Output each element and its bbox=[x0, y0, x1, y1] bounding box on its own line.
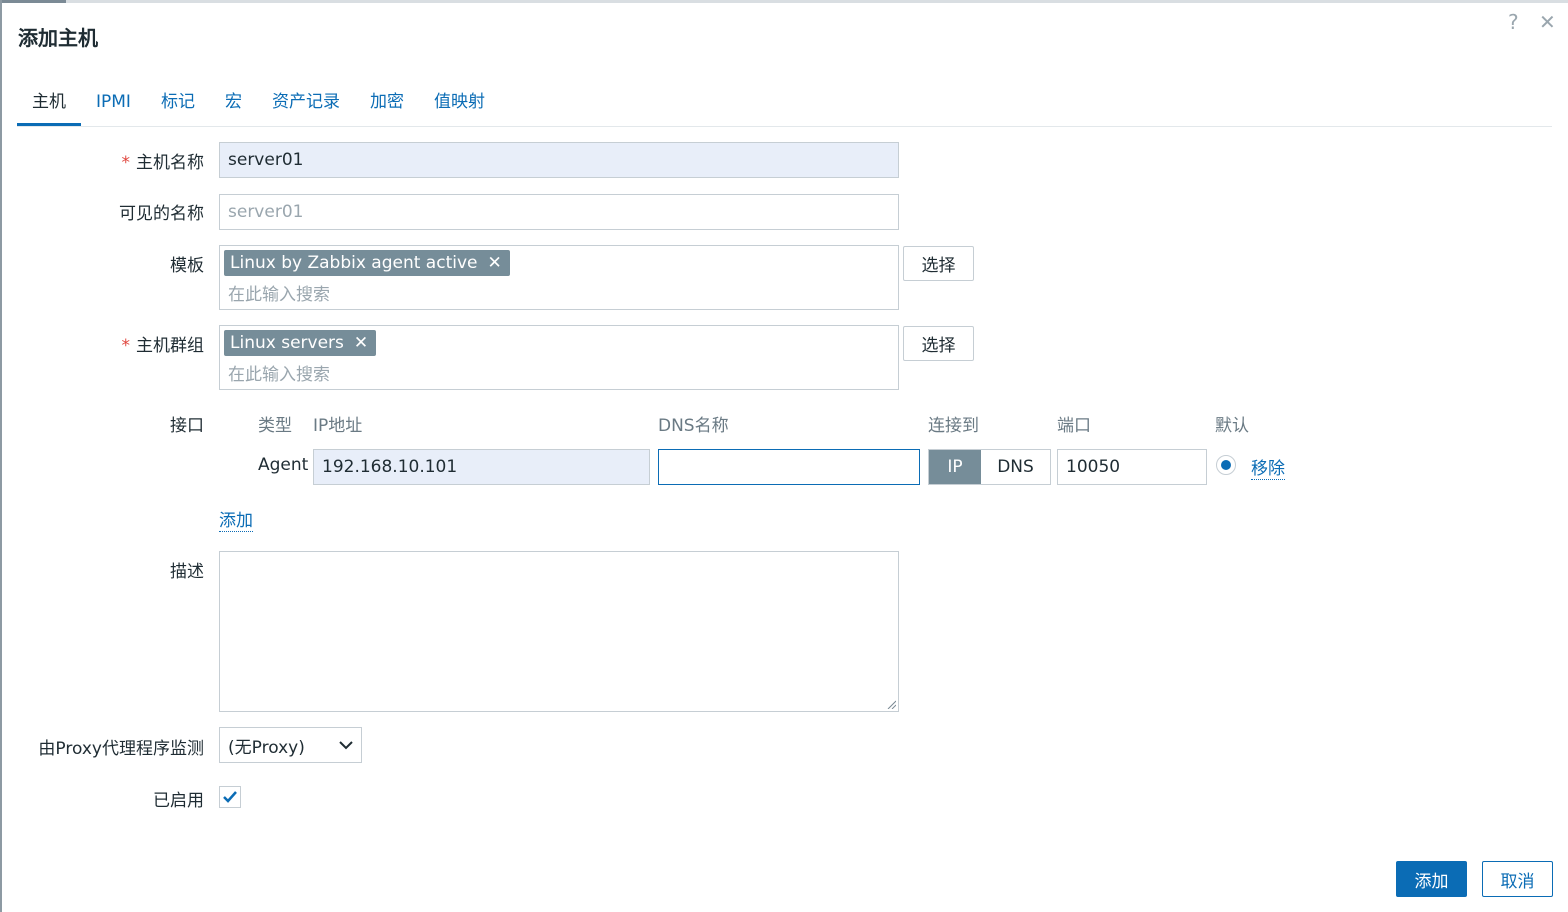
cancel-button[interactable]: 取消 bbox=[1482, 861, 1553, 897]
proxy-label: 由Proxy代理程序监测 bbox=[38, 739, 204, 759]
tab-host[interactable]: 主机 bbox=[17, 88, 81, 126]
connect-to-toggle: IP DNS bbox=[928, 449, 1051, 485]
top-border bbox=[0, 0, 1568, 3]
tab-inventory[interactable]: 资产记录 bbox=[257, 88, 355, 126]
col-dns: DNS名称 bbox=[658, 416, 729, 436]
default-interface-radio[interactable] bbox=[1216, 455, 1236, 475]
required-mark: * bbox=[121, 153, 131, 173]
ip-input[interactable]: 192.168.10.101 bbox=[313, 449, 650, 485]
help-icon[interactable]: ? bbox=[1508, 10, 1519, 34]
tab-bar: 主机 IPMI 标记 宏 资产记录 加密 值映射 bbox=[17, 88, 500, 126]
visible-name-placeholder: server01 bbox=[228, 202, 304, 222]
templates-search-input[interactable]: 在此输入搜索 bbox=[228, 280, 330, 305]
proxy-selected-value: (无Proxy) bbox=[228, 737, 305, 758]
dialog-title: 添加主机 bbox=[18, 26, 98, 50]
col-default: 默认 bbox=[1215, 416, 1249, 436]
description-label: 描述 bbox=[170, 562, 204, 582]
dns-input[interactable] bbox=[658, 449, 920, 485]
host-group-tag: Linux servers ✕ bbox=[224, 330, 377, 356]
chevron-down-icon bbox=[339, 741, 353, 750]
close-icon[interactable]: ✕ bbox=[1539, 10, 1556, 34]
templates-select-button[interactable]: 选择 bbox=[903, 246, 974, 281]
templates-label: 模板 bbox=[170, 256, 204, 276]
required-mark: * bbox=[121, 336, 131, 356]
radio-dot bbox=[1221, 460, 1231, 470]
tab-tags[interactable]: 标记 bbox=[146, 88, 210, 126]
remove-tag-icon[interactable]: ✕ bbox=[354, 333, 368, 353]
connect-dns-button[interactable]: DNS bbox=[981, 450, 1050, 484]
connect-ip-button[interactable]: IP bbox=[929, 450, 981, 484]
remove-interface-link[interactable]: 移除 bbox=[1251, 454, 1285, 480]
templates-multiselect[interactable]: Linux by Zabbix agent active ✕ 在此输入搜索 bbox=[219, 245, 899, 310]
template-tag: Linux by Zabbix agent active ✕ bbox=[224, 250, 510, 276]
template-tag-label: Linux by Zabbix agent active bbox=[230, 253, 478, 273]
tab-value-mapping[interactable]: 值映射 bbox=[419, 88, 500, 126]
col-type: 类型 bbox=[258, 416, 292, 436]
host-groups-search-input[interactable]: 在此输入搜索 bbox=[228, 360, 330, 385]
add-button[interactable]: 添加 bbox=[1396, 861, 1467, 897]
host-groups-label-text: 主机群组 bbox=[136, 336, 204, 356]
enabled-label: 已启用 bbox=[153, 791, 204, 811]
proxy-select[interactable]: (无Proxy) bbox=[219, 727, 362, 763]
checkmark-icon bbox=[223, 791, 237, 803]
host-groups-multiselect[interactable]: Linux servers ✕ 在此输入搜索 bbox=[219, 325, 899, 390]
interface-type: Agent bbox=[258, 455, 309, 475]
col-connect-to: 连接到 bbox=[928, 416, 979, 436]
top-border-accent bbox=[0, 0, 66, 3]
host-name-label-text: 主机名称 bbox=[136, 153, 204, 173]
remove-tag-icon[interactable]: ✕ bbox=[487, 253, 501, 273]
host-name-label: * 主机名称 bbox=[0, 148, 205, 173]
col-ip: IP地址 bbox=[313, 416, 363, 436]
port-input[interactable]: 10050 bbox=[1057, 449, 1207, 485]
tab-ipmi[interactable]: IPMI bbox=[81, 88, 146, 126]
add-interface-link[interactable]: 添加 bbox=[219, 506, 253, 532]
col-port: 端口 bbox=[1057, 416, 1091, 436]
visible-name-input[interactable]: server01 bbox=[219, 194, 899, 230]
resize-handle-icon[interactable] bbox=[886, 699, 896, 709]
enabled-checkbox[interactable] bbox=[219, 786, 241, 808]
description-textarea[interactable] bbox=[219, 551, 899, 712]
host-name-input[interactable]: server01 bbox=[219, 142, 899, 178]
left-border bbox=[0, 0, 2, 912]
interfaces-label: 接口 bbox=[170, 416, 204, 436]
host-groups-select-button[interactable]: 选择 bbox=[903, 326, 974, 361]
tab-macros[interactable]: 宏 bbox=[210, 88, 257, 126]
tab-encryption[interactable]: 加密 bbox=[355, 88, 419, 126]
visible-name-label: 可见的名称 bbox=[119, 204, 204, 224]
host-groups-label: * 主机群组 bbox=[0, 331, 205, 356]
host-group-tag-label: Linux servers bbox=[230, 333, 344, 353]
tab-divider bbox=[17, 126, 1552, 127]
